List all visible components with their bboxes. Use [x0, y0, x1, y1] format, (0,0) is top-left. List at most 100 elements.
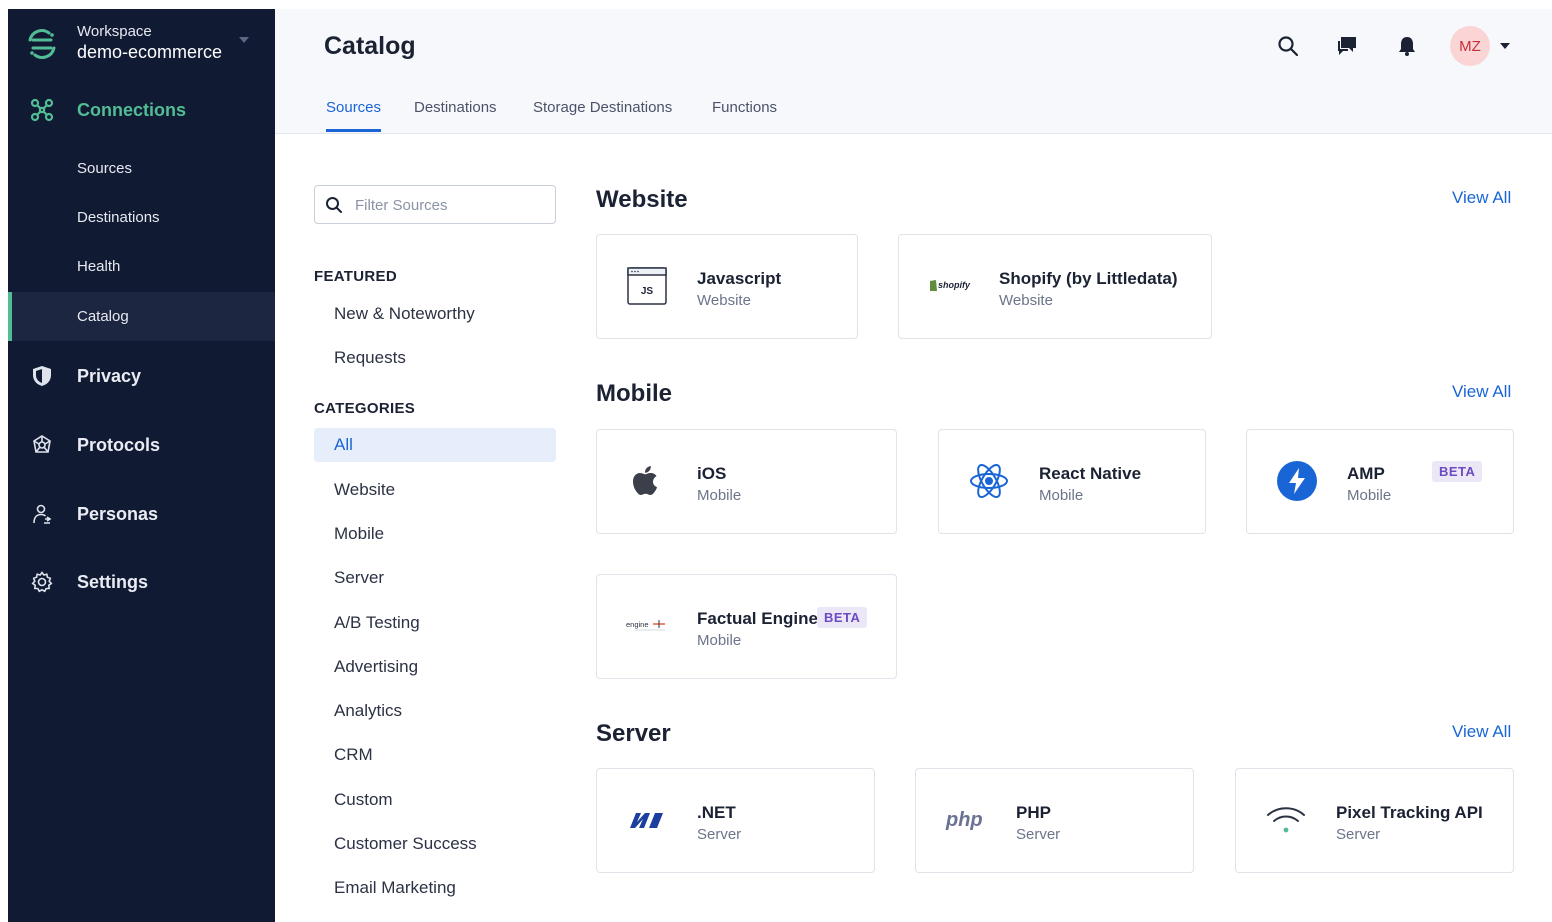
category-mobile[interactable]: Mobile [314, 517, 556, 551]
connections-icon [29, 97, 55, 123]
source-category: Mobile [1347, 487, 1392, 504]
featured-heading: FEATURED [314, 268, 397, 285]
filter-sources-field[interactable] [314, 185, 556, 224]
tab-sources[interactable]: Sources [326, 99, 382, 132]
source-category: Mobile [697, 632, 742, 649]
search-icon [325, 196, 343, 214]
source-name: Pixel Tracking API [1336, 803, 1483, 822]
sidebar-item-label: Destinations [77, 209, 160, 226]
view-all-server-link[interactable]: View All [1452, 722, 1511, 742]
category-custom[interactable]: Custom [314, 783, 556, 817]
source-category: Server [1336, 826, 1381, 843]
nav-settings-label: Settings [77, 571, 149, 592]
source-card-php[interactable]: php PHP Server [915, 768, 1194, 873]
filter-sources-input[interactable] [355, 195, 545, 215]
bell-icon[interactable] [1394, 33, 1420, 59]
nav-privacy[interactable]: Privacy [8, 356, 275, 396]
sidebar-item-label: Health [77, 258, 121, 275]
source-category: Website [999, 292, 1053, 309]
sidebar: Workspace demo-ecommerce Connections Sou… [8, 0, 275, 922]
segment-logo-icon [25, 27, 59, 61]
featured-item-label: Requests [334, 348, 406, 367]
sidebar-item-label: Sources [77, 160, 133, 177]
dotnet-icon [625, 798, 669, 842]
nav-protocols[interactable]: Protocols [8, 425, 275, 465]
chevron-down-icon[interactable] [1500, 43, 1510, 49]
category-label: A/B Testing [334, 613, 420, 632]
group-title-server: Server [596, 720, 671, 747]
avatar[interactable]: MZ [1450, 26, 1490, 66]
category-label: Website [334, 480, 396, 499]
category-advertising[interactable]: Advertising [314, 650, 556, 684]
source-name: Javascript [697, 269, 782, 288]
category-server[interactable]: Server [314, 561, 556, 595]
workspace-switcher[interactable]: Workspace demo-ecommerce [8, 9, 275, 79]
category-website[interactable]: Website [314, 473, 556, 507]
page-header: Catalog MZ Sources Destinations Storage … [275, 9, 1552, 134]
source-category: Mobile [697, 487, 742, 504]
nav-privacy-label: Privacy [77, 365, 142, 386]
chat-icon[interactable] [1334, 33, 1360, 59]
featured-item-new-noteworthy[interactable]: New & Noteworthy [314, 297, 556, 331]
source-card-dotnet[interactable]: .NET Server [596, 768, 875, 873]
page-title: Catalog [324, 32, 416, 60]
nav-personas-label: Personas [77, 503, 159, 524]
tab-storage-destinations[interactable]: Storage Destinations [533, 99, 672, 129]
nav-personas[interactable]: Personas [8, 494, 275, 534]
sidebar-item-health[interactable]: Health [8, 242, 275, 291]
source-card-pixel-tracking-api[interactable]: Pixel Tracking API Server [1235, 768, 1514, 873]
react-icon [967, 459, 1011, 503]
sidebar-item-sources[interactable]: Sources [8, 144, 275, 193]
source-card-ios[interactable]: iOS Mobile [596, 429, 897, 534]
featured-item-requests[interactable]: Requests [314, 341, 556, 375]
nav-connections[interactable]: Connections [8, 90, 275, 130]
source-card-factual-engine[interactable]: engine Factual Engine Mobile BETA [596, 574, 897, 679]
nav-settings[interactable]: Settings [8, 562, 275, 602]
workspace-label: Workspace [77, 23, 152, 40]
category-ab-testing[interactable]: A/B Testing [314, 606, 556, 640]
tab-functions[interactable]: Functions [712, 99, 777, 129]
personas-icon [29, 501, 55, 527]
amp-icon [1275, 459, 1319, 503]
engine-logo: engine [625, 604, 669, 648]
wifi-icon [1264, 798, 1308, 842]
category-crm[interactable]: CRM [314, 738, 556, 772]
source-category: Website [697, 292, 751, 309]
svg-text:engine: engine [626, 620, 649, 629]
source-name: React Native [1039, 464, 1142, 483]
svg-text:JS: JS [641, 286, 654, 297]
category-label: Analytics [334, 701, 403, 720]
chevron-down-icon [239, 37, 249, 43]
category-all[interactable]: All [314, 428, 556, 462]
source-card-javascript[interactable]: JS Javascript Website [596, 234, 858, 339]
view-all-website-link[interactable]: View All [1452, 188, 1511, 208]
source-card-shopify[interactable]: shopify Shopify (by Littledata) Website [898, 234, 1212, 339]
sidebar-item-destinations[interactable]: Destinations [8, 193, 275, 242]
source-name: AMP [1347, 464, 1385, 483]
workspace-name: demo-ecommerce [77, 42, 223, 62]
view-all-mobile-link[interactable]: View All [1452, 382, 1511, 402]
source-name: .NET [697, 803, 736, 822]
source-card-react-native[interactable]: React Native Mobile [938, 429, 1206, 534]
beta-badge: BETA [1432, 461, 1483, 482]
categories-heading: CATEGORIES [314, 400, 416, 417]
category-analytics[interactable]: Analytics [314, 694, 556, 728]
svg-text:shopify: shopify [938, 280, 971, 290]
search-icon[interactable] [1275, 33, 1301, 59]
source-card-amp[interactable]: AMP Mobile BETA [1246, 429, 1514, 534]
category-label: Custom [334, 790, 393, 809]
js-icon: JS [625, 264, 669, 308]
tab-destinations[interactable]: Destinations [414, 99, 497, 129]
source-category: Server [697, 826, 742, 843]
protocols-icon [29, 432, 55, 458]
php-logo: php [944, 798, 988, 842]
sidebar-item-catalog[interactable]: Catalog [8, 292, 275, 341]
category-email-marketing[interactable]: Email Marketing [314, 871, 556, 905]
category-label: Mobile [334, 524, 385, 543]
source-name: iOS [697, 464, 727, 483]
apple-icon [625, 459, 669, 503]
source-name: Shopify (by Littledata) [999, 269, 1178, 288]
category-customer-success[interactable]: Customer Success [314, 827, 556, 861]
shopify-logo: shopify [927, 264, 971, 308]
category-label: All [334, 435, 353, 454]
